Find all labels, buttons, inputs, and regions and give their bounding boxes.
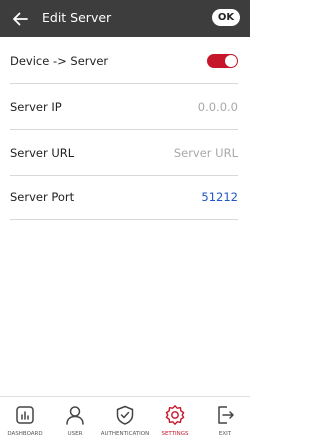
ok-button[interactable]: OK [212,9,240,26]
nav-item-settings[interactable]: SETTINGS [150,397,200,444]
server-port-field[interactable]: 51212 [201,190,238,204]
server-port-label: Server Port [10,189,75,204]
server-url-label: Server URL [10,145,75,160]
nav-label-authentication: AUTHENTICATION [100,431,150,437]
exit-icon [218,406,234,424]
server-port-row[interactable]: Server Port 51212 [10,174,238,220]
arrow-left-icon [13,12,28,26]
nav-label-settings: SETTINGS [161,431,189,437]
nav-item-user[interactable]: USER [50,397,100,444]
server-ip-field[interactable]: 0.0.0.0 [198,100,238,114]
back-button[interactable] [10,9,30,29]
shield-check-icon [116,405,134,425]
gear-icon [165,405,185,425]
server-url-field[interactable]: Server URL [174,146,238,160]
nav-item-dashboard[interactable]: DASHBOARD [0,397,50,444]
device-to-server-label: Device -> Server [10,53,109,68]
edit-server-screen: Edit Server OK Device -> Server Server I… [0,0,250,444]
nav-item-authentication[interactable]: AUTHENTICATION [100,397,150,444]
page-title: Edit Server [42,10,112,25]
server-ip-row[interactable]: Server IP 0.0.0.0 [10,84,238,130]
nav-label-dashboard: DASHBOARD [7,431,43,437]
server-url-row[interactable]: Server URL Server URL [10,130,238,176]
app-header: Edit Server OK [0,0,250,37]
nav-label-exit: EXIT [218,431,232,437]
dashboard-icon [16,406,34,424]
toggle-knob [225,54,237,67]
server-ip-label: Server IP [10,99,62,114]
nav-label-user: USER [67,431,83,437]
device-to-server-row: Device -> Server [10,38,238,84]
device-to-server-toggle[interactable] [207,53,238,68]
user-icon [66,406,84,425]
nav-item-exit[interactable]: EXIT [200,397,250,444]
bottom-nav: DASHBOARD USER AUTHENTICATION SETTINGS E… [0,396,250,444]
